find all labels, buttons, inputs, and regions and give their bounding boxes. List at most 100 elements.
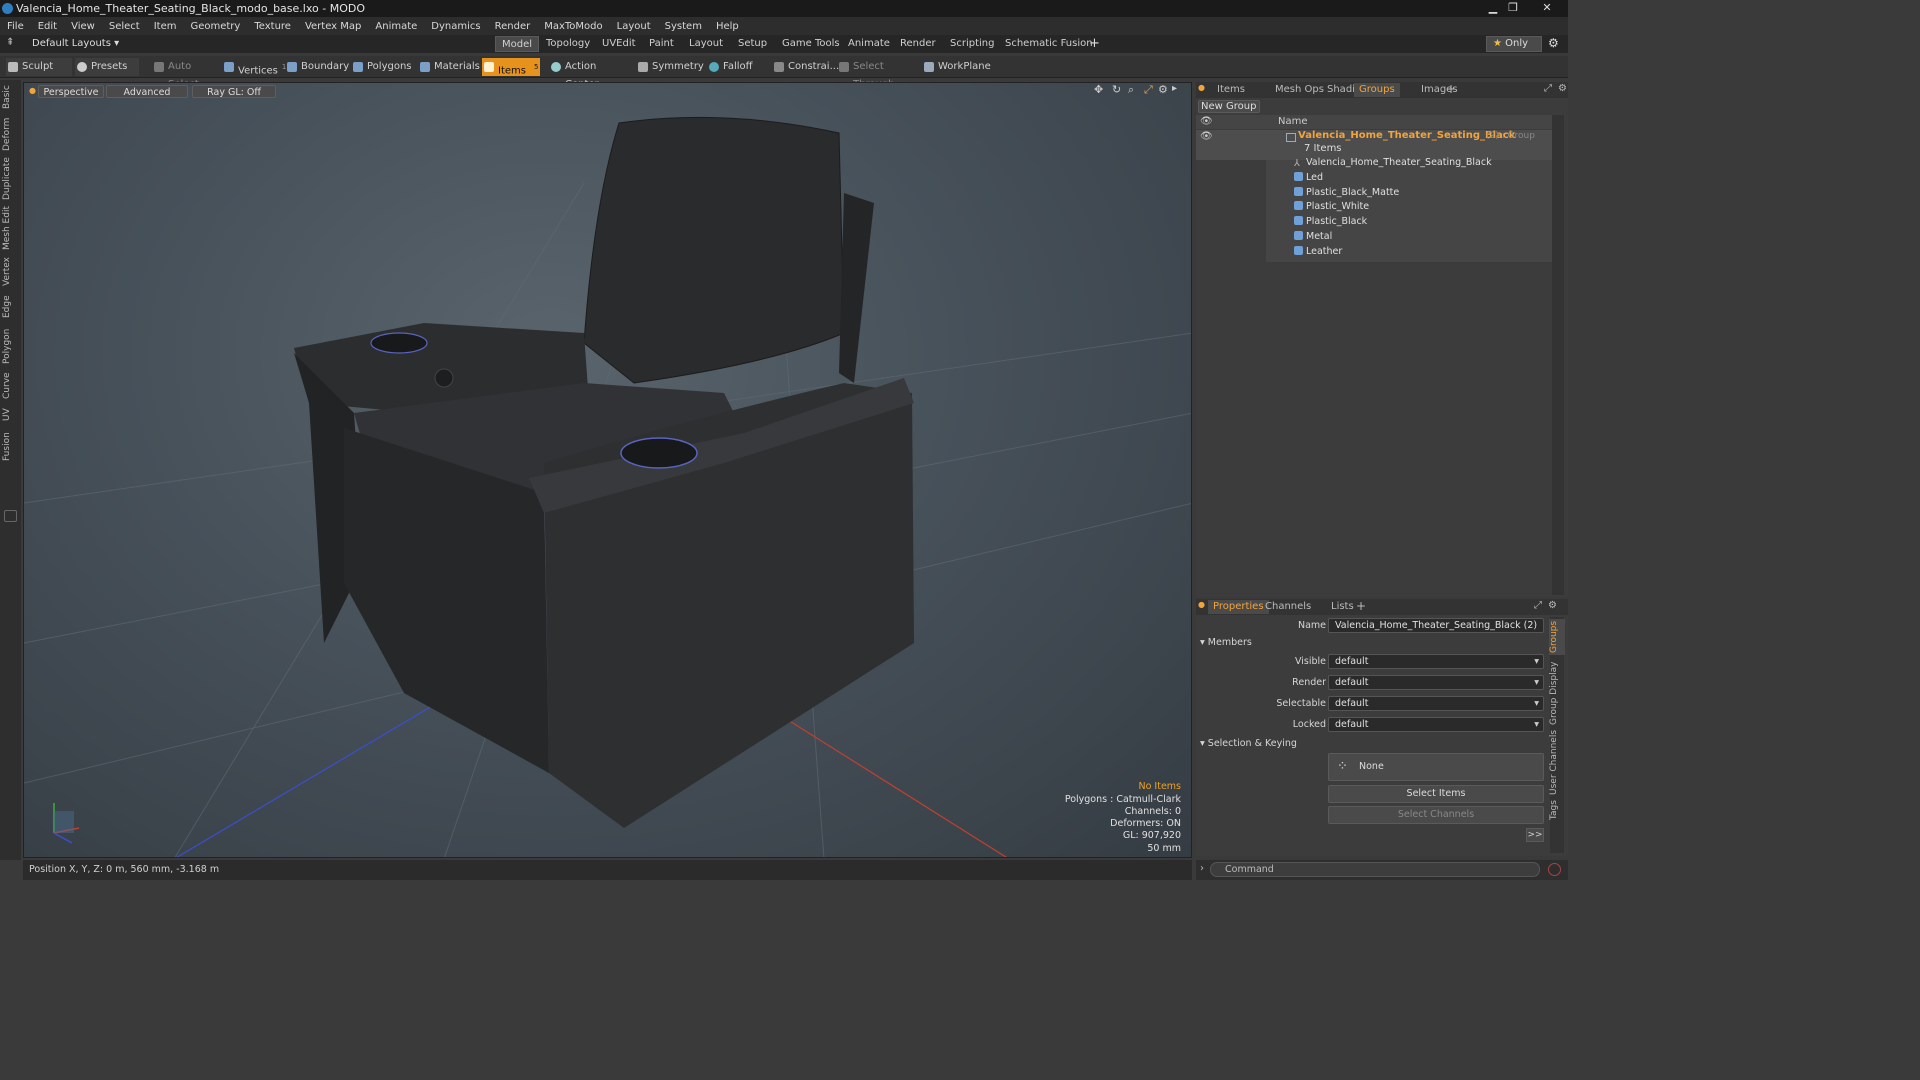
side-tab-group-display[interactable]: Group Display xyxy=(1549,661,1565,725)
maximize-icon[interactable]: ❐ xyxy=(1504,1,1522,15)
visibility-column-icon[interactable]: 👁 xyxy=(1200,116,1213,127)
menu-help[interactable]: Help xyxy=(709,21,746,32)
close-icon[interactable]: ✕ xyxy=(1536,1,1558,15)
menu-maxtomodo[interactable]: MaxToModo xyxy=(537,21,609,32)
tab-topology[interactable]: Topology xyxy=(540,36,596,52)
tab-duplicate[interactable]: Duplicate xyxy=(2,157,18,200)
vertices-button[interactable]: Vertices 1 xyxy=(222,58,286,76)
visible-dropdown[interactable]: default ▾ xyxy=(1328,654,1544,669)
panel-toggle-icon[interactable] xyxy=(4,510,17,522)
menu-file[interactable]: File xyxy=(0,21,31,32)
menu-select[interactable]: Select xyxy=(102,21,147,32)
menu-system[interactable]: System xyxy=(658,21,709,32)
list-item[interactable]: Plastic_Black_Matte xyxy=(1294,186,1399,200)
tab-deform[interactable]: Deform xyxy=(2,116,18,152)
layout-preset-dropdown[interactable]: Default Layouts ▾ xyxy=(32,38,119,49)
selection-keying-section[interactable]: ▾ Selection & Keying xyxy=(1200,738,1297,749)
tab-vertex[interactable]: Vertex xyxy=(2,256,18,288)
properties-settings-icon[interactable]: ⚙ xyxy=(1548,600,1557,611)
menu-texture[interactable]: Texture xyxy=(247,21,298,32)
shading-mode-button[interactable]: Advanced xyxy=(106,85,188,98)
action-center-button[interactable]: Action Center xyxy=(549,58,625,90)
name-column-header[interactable]: Name xyxy=(1278,116,1308,127)
auto-select-button[interactable]: Auto Select xyxy=(152,58,216,90)
zoom-icon[interactable]: ⌕ xyxy=(1128,83,1134,97)
tab-lists[interactable]: Lists xyxy=(1326,600,1359,614)
tab-fusion[interactable]: Fusion xyxy=(2,430,18,464)
tab-setup[interactable]: Setup xyxy=(732,36,773,52)
tab-channels[interactable]: Channels xyxy=(1260,600,1316,614)
tab-items[interactable]: Items xyxy=(1212,83,1250,97)
tab-layout[interactable]: Layout xyxy=(683,36,729,52)
items-button[interactable]: Items 5 xyxy=(482,58,540,76)
viewport-expand-icon[interactable]: ▸ xyxy=(1172,83,1177,94)
members-section[interactable]: ▾ Members xyxy=(1200,637,1252,648)
polygons-button[interactable]: Polygons xyxy=(351,58,412,76)
symmetry-button[interactable]: Symmetry xyxy=(636,58,704,76)
tab-animate[interactable]: Animate xyxy=(842,36,896,52)
list-item[interactable]: Leather xyxy=(1294,245,1342,259)
tab-game-tools[interactable]: Game Tools xyxy=(776,36,846,52)
record-icon[interactable] xyxy=(1548,863,1561,876)
menu-view[interactable]: View xyxy=(64,21,102,32)
minimize-icon[interactable]: ▁ xyxy=(1484,1,1502,15)
menu-animate[interactable]: Animate xyxy=(368,21,424,32)
name-field[interactable]: Valencia_Home_Theater_Seating_Black (2) xyxy=(1328,618,1544,633)
boundary-button[interactable]: Boundary xyxy=(285,58,349,76)
none-button[interactable]: ⁘ None xyxy=(1328,753,1544,781)
properties-expand-icon[interactable]: ⤢ xyxy=(1534,600,1542,611)
menu-render[interactable]: Render xyxy=(488,21,538,32)
tab-groups[interactable]: Groups xyxy=(1354,83,1400,97)
tab-uvedit[interactable]: UVEdit xyxy=(596,36,642,52)
tab-polygon[interactable]: Polygon xyxy=(2,326,18,366)
new-group-button[interactable]: New Group xyxy=(1198,100,1260,113)
maximize-viewport-icon[interactable]: ⤢ xyxy=(1144,83,1153,97)
select-channels-button[interactable]: Select Channels xyxy=(1328,806,1544,824)
menu-layout[interactable]: Layout xyxy=(610,21,658,32)
render-dropdown[interactable]: default ▾ xyxy=(1328,675,1544,690)
locked-dropdown[interactable]: default ▾ xyxy=(1328,717,1544,732)
rotate-icon[interactable]: ↻ xyxy=(1112,83,1121,96)
add-panel-tab-icon[interactable]: + xyxy=(1446,82,1456,96)
tree-scrollbar[interactable] xyxy=(1552,115,1564,595)
side-tab-user-channels[interactable]: User Channels xyxy=(1549,729,1565,795)
tab-render[interactable]: Render xyxy=(894,36,942,52)
viewport-menu-icon[interactable]: ● xyxy=(29,86,36,95)
menu-dynamics[interactable]: Dynamics xyxy=(424,21,487,32)
tab-uv[interactable]: UV xyxy=(2,406,18,424)
side-tab-tags[interactable]: Tags xyxy=(1549,799,1565,821)
menu-edit[interactable]: Edit xyxy=(31,21,64,32)
workplane-button[interactable]: WorkPlane xyxy=(922,58,991,76)
layout-toggle-icon[interactable]: ⇞ xyxy=(6,37,14,48)
only-toggle[interactable]: ★ Only xyxy=(1486,36,1542,52)
tab-mesh-ops[interactable]: Mesh Ops xyxy=(1270,83,1329,97)
tab-scripting[interactable]: Scripting xyxy=(944,36,1000,52)
select-items-button[interactable]: Select Items xyxy=(1328,785,1544,803)
menu-vertex-map[interactable]: Vertex Map xyxy=(298,21,368,32)
pan-icon[interactable]: ✥ xyxy=(1094,83,1103,96)
expand-panel-icon[interactable]: ⤢ xyxy=(1544,83,1552,94)
command-input[interactable]: Command xyxy=(1210,862,1540,877)
menu-geometry[interactable]: Geometry xyxy=(183,21,247,32)
presets-button[interactable]: Presets xyxy=(75,58,139,76)
constrain-button[interactable]: Constrai... xyxy=(772,58,839,76)
side-tab-groups[interactable]: Groups xyxy=(1549,619,1565,655)
add-tab-icon[interactable]: + xyxy=(1089,36,1100,51)
list-item[interactable]: Plastic_Black xyxy=(1294,215,1367,229)
select-through-button[interactable]: Select Through xyxy=(837,58,917,90)
tab-paint[interactable]: Paint xyxy=(643,36,680,52)
materials-button[interactable]: Materials xyxy=(418,58,480,76)
gear-icon[interactable]: ⚙ xyxy=(1548,36,1559,50)
tab-basic[interactable]: Basic xyxy=(2,84,18,110)
sculpt-button[interactable]: Sculpt xyxy=(6,58,72,76)
view-mode-button[interactable]: Perspective xyxy=(38,85,104,98)
list-item[interactable]: Led xyxy=(1294,171,1323,185)
tab-schematic-fusion[interactable]: Schematic Fusion xyxy=(999,36,1099,52)
tab-edge[interactable]: Edge xyxy=(2,294,18,320)
menu-item[interactable]: Item xyxy=(147,21,184,32)
panel-menu-icon[interactable]: ● xyxy=(1198,83,1205,92)
list-item[interactable]: ⅄ Valencia_Home_Theater_Seating_Black xyxy=(1294,156,1492,170)
tab-curve[interactable]: Curve xyxy=(2,372,18,400)
list-item[interactable]: Metal xyxy=(1294,230,1332,244)
more-button[interactable]: >> xyxy=(1526,828,1544,842)
